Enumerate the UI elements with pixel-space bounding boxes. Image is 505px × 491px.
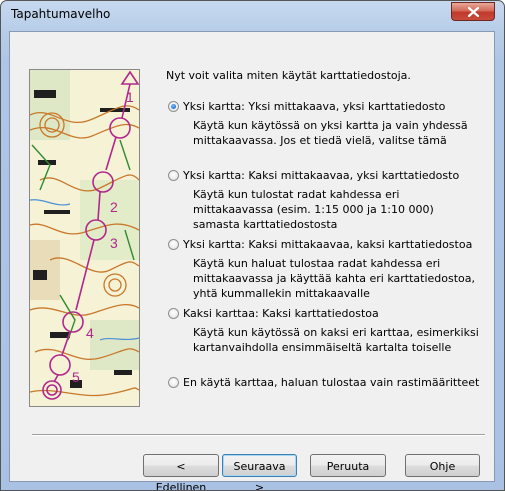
control-number: 3	[110, 235, 118, 251]
description-line: kartanvaihdolla ensimmäiseltä kartalta t…	[193, 341, 452, 354]
option-description: Käytä kun käytössä on kaksi eri karttaa,…	[193, 325, 479, 355]
description-line: samasta karttatiedostosta	[193, 218, 338, 231]
title-bar[interactable]: Tapahtumavelho	[1, 1, 504, 31]
control-number: 1	[126, 89, 134, 105]
option-label[interactable]: Yksi kartta: Kaksi mittakaavaa, kaksi ka…	[183, 238, 472, 251]
option-label[interactable]: En käytä karttaa, haluan tulostaa vain r…	[183, 376, 479, 389]
intro-text: Nyt voit valita miten käytät karttatiedo…	[166, 69, 411, 82]
option-description: Käytä kun tulostat radat kahdessa eri mi…	[193, 187, 434, 232]
close-icon	[468, 7, 479, 17]
cancel-button[interactable]: Peruuta	[310, 454, 386, 477]
option-description: Käytä kun käytössä on yksi kartta ja vai…	[193, 118, 468, 148]
wizard-content: 1 2 3 4 5 Nyt voit valita miten käytät k…	[9, 31, 495, 490]
control-number: 5	[72, 369, 80, 385]
option-label[interactable]: Yksi kartta: Kaksi mittakaavaa, yksi kar…	[183, 169, 459, 182]
description-line: Käytä kun käytössä on yksi kartta ja vai…	[193, 119, 468, 132]
separator	[32, 434, 485, 436]
orienteering-map-image: 1 2 3 4 5	[30, 70, 139, 406]
description-line: Käytä kun haluat tulostaa radat kahdessa…	[193, 257, 441, 270]
help-button[interactable]: Ohje	[405, 454, 480, 477]
back-button[interactable]: < Edellinen	[143, 454, 219, 490]
window-title: Tapahtumavelho	[11, 7, 111, 21]
description-line: Käytä kun käytössä on kaksi eri karttaa,…	[193, 326, 479, 339]
control-number: 2	[110, 199, 118, 215]
radio-button[interactable]	[168, 101, 179, 112]
radio-button[interactable]	[168, 377, 179, 388]
radio-button[interactable]	[168, 170, 179, 181]
next-button[interactable]: Seuraava >	[222, 454, 297, 490]
description-line: mittakaavassa. Jos et tiedä vielä, valit…	[193, 134, 447, 147]
option-label[interactable]: Kaksi karttaa: Kaksi karttatiedostoa	[183, 307, 379, 320]
map-illustration: 1 2 3 4 5	[29, 69, 140, 407]
description-line: mittakaavassa (esim. 1:15 000 ja 1:10 00…	[193, 203, 434, 216]
radio-button[interactable]	[168, 239, 179, 250]
option-description: Käytä kun haluat tulostaa radat kahdessa…	[193, 256, 475, 301]
option-label[interactable]: Yksi kartta: Yksi mittakaava, yksi kartt…	[183, 100, 445, 113]
wizard-window: Tapahtumavelho 1 2 3 4 5 Nyt voit valita…	[0, 0, 505, 491]
description-line: yhtä kummallekin mittakaavalle	[193, 287, 370, 300]
description-line: Käytä kun tulostat radat kahdessa eri	[193, 188, 400, 201]
close-button[interactable]	[451, 2, 495, 21]
control-number: 4	[86, 325, 94, 341]
radio-button[interactable]	[168, 308, 179, 319]
description-line: mittakaavassa ja käyttää kahta eri kartt…	[193, 272, 476, 285]
